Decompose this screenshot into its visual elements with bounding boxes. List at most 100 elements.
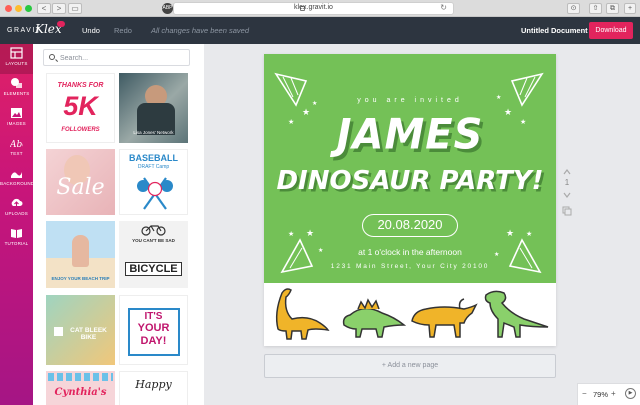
rail-item-text[interactable]: Abc TEXT (0, 134, 33, 164)
rail-label: LAYOUTS (5, 61, 28, 66)
template-text: YOU CAN'T BE SAD (132, 238, 175, 243)
template-text: THANKS FOR (57, 82, 104, 89)
add-page-button[interactable]: + Add a new page (264, 354, 556, 378)
rail-item-images[interactable]: IMAGES (0, 104, 33, 134)
zoom-out-button[interactable]: − (582, 389, 587, 398)
template-thumbnail[interactable]: BASEBALL DRAFT Camp (119, 149, 188, 215)
url-text: klex.gravit.io (294, 4, 333, 11)
page-down-icon[interactable] (562, 191, 572, 199)
template-text: BASEBALL (129, 153, 178, 163)
tabs-overview-icon[interactable]: ⧉ (606, 3, 619, 14)
rail-label: IMAGES (7, 121, 26, 126)
template-thumbnail[interactable]: YOU CAN'T BE SAD BICYCLE (119, 221, 188, 288)
invitation-background[interactable]: ★ ★ ★ ★ ★ ★ ★ ★ ★ ★ ★ ★ you are invited JAMES DI… (264, 54, 556, 283)
redo-button[interactable]: Redo (114, 26, 132, 35)
browser-chrome: < > ▭ ABP klex.gravit.io ↻ ⊙ ⇧ ⧉ + (0, 0, 640, 17)
forward-button[interactable]: > (52, 3, 66, 14)
template-text: Sale (56, 175, 105, 200)
uploads-icon (11, 198, 23, 207)
text-icon: Abc (10, 140, 23, 149)
brachiosaurus-icon (275, 288, 330, 340)
invitation-page[interactable]: ★ ★ ★ ★ ★ ★ ★ ★ ★ ★ ★ ★ you are invited JAMES DI… (264, 54, 556, 346)
zoom-in-button[interactable]: + (611, 389, 616, 398)
page-up-icon[interactable] (562, 168, 572, 176)
templates-panel: THANKS FOR 5K FOLLOWERS Lisa Jones' Netw… (33, 44, 204, 405)
t-rex-icon (484, 290, 549, 338)
template-text: 5K (63, 91, 98, 121)
template-thumbnail[interactable]: Sale (46, 149, 115, 215)
background-icon (11, 172, 22, 178)
baseball-icon (137, 177, 173, 210)
page-number: 1 (564, 178, 570, 187)
svg-text:★: ★ (288, 230, 294, 238)
template-thumbnail[interactable]: Happy (119, 371, 188, 405)
address-bar[interactable]: klex.gravit.io ↻ (173, 2, 454, 15)
download-button[interactable]: Download (589, 22, 633, 39)
minimize-window-icon[interactable] (15, 5, 22, 12)
bicycle-icon (141, 225, 166, 236)
template-thumbnail[interactable]: Cynthia's (46, 371, 115, 405)
tutorial-icon (11, 229, 22, 238)
adblock-extension-icon[interactable]: ABP (162, 3, 173, 14)
template-search (43, 49, 190, 66)
template-text: BICYCLE (125, 262, 182, 276)
dinosaurs-illustration[interactable] (264, 283, 556, 346)
triceratops-icon (411, 298, 478, 338)
rail-item-tutorial[interactable]: TUTORIAL (0, 224, 33, 254)
date-badge[interactable]: 20.08.2020 (362, 214, 458, 237)
party-heading[interactable]: DINOSAUR PARTY! (264, 166, 556, 196)
canvas-area: ★ ★ ★ ★ ★ ★ ★ ★ ★ ★ ★ ★ you are invited JAMES DI… (204, 44, 640, 405)
document-title[interactable]: Untitled Document (521, 26, 588, 35)
time-text[interactable]: at 1 o'clock in the afternoon (264, 247, 556, 257)
maximize-window-icon[interactable] (25, 5, 32, 12)
preview-play-icon[interactable]: ▶ (625, 388, 636, 399)
rail-label: ELEMENTS (3, 91, 30, 96)
logo-bubble-icon (57, 21, 65, 27)
rail-item-layouts[interactable]: LAYOUTS (0, 44, 33, 74)
download-manager-icon[interactable]: ⊙ (567, 3, 580, 14)
zoom-level[interactable]: 79% (593, 390, 608, 399)
app-topbar: GRAVIT Klex Undo Redo All changes have b… (0, 17, 640, 44)
name-heading[interactable]: JAMES (264, 111, 556, 159)
zoom-control: − 79% + ▶ (577, 383, 640, 405)
template-text: IT'S (144, 311, 163, 322)
reload-icon[interactable]: ↻ (440, 3, 447, 12)
images-icon (11, 108, 22, 118)
template-thumbnail[interactable]: IT'S YOUR DAY! (119, 295, 188, 365)
rail-label: BACKGROUND (0, 181, 35, 186)
close-window-icon[interactable] (5, 5, 12, 12)
stegosaurus-icon (342, 298, 407, 338)
rail-item-elements[interactable]: ELEMENTS (0, 74, 33, 104)
svg-text:★: ★ (526, 230, 532, 238)
template-thumbnail[interactable]: Lisa Jones' Network (119, 73, 188, 143)
template-thumbnail[interactable]: ENJOY YOUR BEACH TRIP (46, 221, 115, 288)
bunting (48, 373, 113, 381)
sidebar-toggle-icon[interactable]: ▭ (68, 3, 82, 14)
invited-text[interactable]: you are invited (264, 97, 556, 104)
layouts-icon (10, 47, 23, 59)
search-input[interactable] (60, 52, 185, 64)
back-button[interactable]: < (37, 3, 51, 14)
rail-label: TUTORIAL (4, 241, 29, 246)
new-tab-icon[interactable]: + (624, 3, 636, 14)
undo-button[interactable]: Undo (82, 26, 100, 35)
left-rail: LAYOUTS ELEMENTS IMAGES Abc TEXT BACKGRO… (0, 44, 35, 405)
save-status: All changes have been saved (151, 26, 249, 35)
template-text: DAY! (140, 335, 167, 347)
template-text: FOLLOWERS (61, 127, 100, 133)
share-icon[interactable]: ⇧ (589, 3, 602, 14)
template-text: Happy (135, 378, 172, 391)
duplicate-page-icon[interactable] (562, 206, 572, 216)
template-text: ENJOY YOUR BEACH TRIP (51, 276, 110, 281)
template-text: CAT BLEEK BIKE (70, 327, 107, 341)
template-thumbnail[interactable]: CAT BLEEK BIKE (46, 295, 115, 365)
template-text: DRAFT Camp (137, 164, 170, 170)
search-icon (49, 54, 55, 60)
template-text: Cynthia's (54, 387, 107, 398)
rail-item-uploads[interactable]: UPLOADS (0, 194, 33, 224)
rail-item-background[interactable]: BACKGROUND (0, 164, 35, 194)
rail-label: TEXT (10, 151, 23, 156)
address-text[interactable]: 1231 Main Street, Your City 20100 (264, 263, 556, 270)
rail-label: UPLOADS (5, 211, 28, 216)
template-thumbnail[interactable]: THANKS FOR 5K FOLLOWERS (46, 73, 115, 143)
